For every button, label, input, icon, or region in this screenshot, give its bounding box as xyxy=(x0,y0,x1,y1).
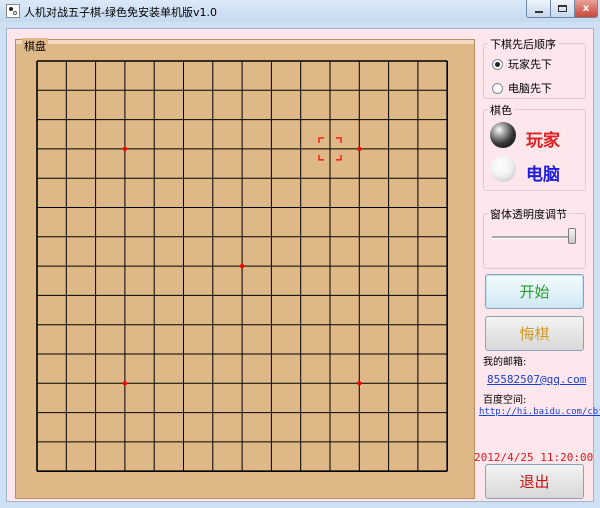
space-label: 百度空间: xyxy=(483,395,527,406)
email-link[interactable]: 85582507@qq.com xyxy=(487,373,586,386)
cursor-bracket xyxy=(318,137,324,143)
order-group: 下棋先后顺序 玩家先下 电脑先下 xyxy=(483,36,586,99)
player-color-label: 玩家 xyxy=(526,131,560,151)
radio-player-first-indicator[interactable] xyxy=(492,58,503,70)
star-point xyxy=(357,381,362,386)
maximize-button[interactable] xyxy=(550,0,575,18)
black-stone-icon xyxy=(490,122,516,148)
radio-computer-first-label: 电脑先下 xyxy=(508,82,552,95)
undo-button[interactable]: 悔棋 xyxy=(485,316,584,351)
minimize-button[interactable] xyxy=(526,0,551,18)
star-point xyxy=(357,146,362,152)
computer-color-label: 电脑 xyxy=(526,165,560,185)
order-group-label: 下棋先后顺序 xyxy=(488,36,558,52)
space-link[interactable]: http://hi.baidu.com/cbf6 xyxy=(479,407,600,417)
gomoku-app-icon xyxy=(6,4,20,18)
maximize-icon xyxy=(558,5,567,12)
client-area: 棋盘 下棋先后顺序 玩家先下 电脑先下 棋色 玩家 电脑 窗体透明度调节 开始 … xyxy=(6,28,600,502)
star-point xyxy=(122,381,128,386)
start-button[interactable]: 开始 xyxy=(485,274,584,309)
clock-text: 2012/4/25 11:20:00 xyxy=(474,451,594,464)
cursor-bracket xyxy=(336,154,342,161)
board-group: 棋盘 xyxy=(15,38,475,499)
opacity-group-label: 窗体透明度调节 xyxy=(488,206,569,222)
star-point xyxy=(122,146,128,152)
opacity-group: 窗体透明度调节 xyxy=(483,206,586,269)
window-title: 人机对战五子棋-绿色免安装单机版v1.0 xyxy=(24,6,217,19)
cursor-bracket xyxy=(336,137,342,143)
exit-button[interactable]: 退出 xyxy=(485,464,584,499)
gomoku-board[interactable] xyxy=(16,40,474,498)
radio-player-first[interactable]: 玩家先下 xyxy=(492,56,552,72)
star-point xyxy=(239,263,245,269)
close-icon: x xyxy=(582,3,590,14)
title-bar[interactable]: 人机对战五子棋-绿色免安装单机版v1.0 x xyxy=(0,0,600,22)
close-button[interactable]: x xyxy=(574,0,598,18)
radio-player-first-label: 玩家先下 xyxy=(508,58,552,71)
app-window: 人机对战五子棋-绿色免安装单机版v1.0 x 棋盘 下棋先后顺序 玩家先下 电脑… xyxy=(0,0,600,508)
opacity-slider-thumb[interactable] xyxy=(567,228,576,244)
radio-computer-first-indicator[interactable] xyxy=(492,82,503,94)
radio-computer-first[interactable]: 电脑先下 xyxy=(492,80,552,96)
stone-color-group: 棋色 玩家 电脑 xyxy=(483,102,586,191)
email-label: 我的邮箱: xyxy=(483,357,527,368)
minimize-icon xyxy=(534,10,543,13)
stone-color-group-label: 棋色 xyxy=(488,102,514,118)
white-stone-icon xyxy=(490,156,516,182)
opacity-slider-track[interactable] xyxy=(492,236,576,239)
cursor-bracket xyxy=(318,154,324,161)
